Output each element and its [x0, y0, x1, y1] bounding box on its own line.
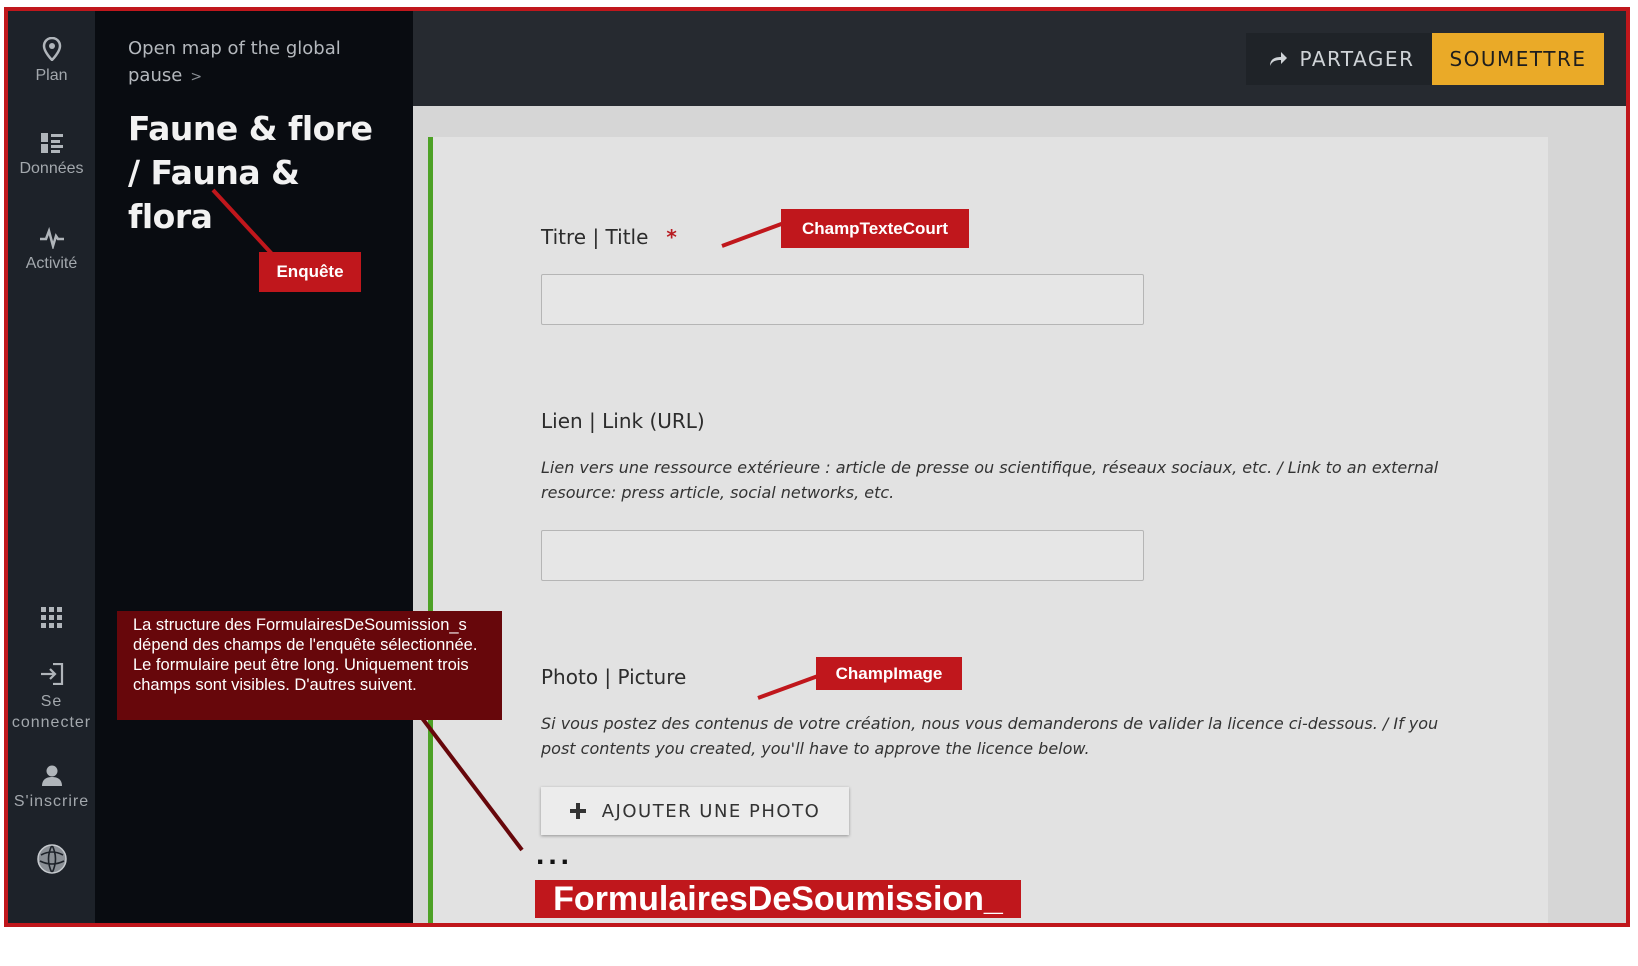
- rail-item-label: Données: [19, 160, 84, 177]
- annotation-note: La structure des FormulairesDeSoumission…: [117, 611, 502, 720]
- link-input[interactable]: [541, 530, 1144, 581]
- rail-item-label: S'inscrire: [13, 793, 90, 810]
- submission-form-card: Titre | Title * Lien | Link (URL) Lien ve…: [428, 137, 1548, 923]
- breadcrumb[interactable]: Open map of the global pause >: [128, 35, 358, 91]
- share-label: PARTAGER: [1299, 47, 1415, 71]
- submit-button[interactable]: SOUMETTRE: [1432, 33, 1604, 85]
- share-button[interactable]: PARTAGER: [1246, 33, 1436, 85]
- login-icon: [40, 663, 63, 685]
- form-area: Titre | Title * Lien | Link (URL) Lien ve…: [413, 106, 1626, 923]
- annotation-formulaires: FormulairesDeSoumission_: [535, 880, 1021, 918]
- add-photo-button[interactable]: AJOUTER UNE PHOTO: [541, 787, 849, 835]
- rail-item-label: Activité: [25, 255, 78, 272]
- activity-pulse-icon: [39, 227, 64, 249]
- globe-logo-icon: [36, 844, 67, 874]
- screenshot-frame: Plan Données Activité Se connecter S'ins…: [4, 7, 1630, 927]
- add-photo-label: AJOUTER UNE PHOTO: [601, 800, 821, 822]
- rail-item-logo[interactable]: [8, 843, 95, 881]
- left-rail: Plan Données Activité Se connecter S'ins…: [8, 11, 95, 923]
- rail-item-activite[interactable]: Activité: [8, 227, 95, 273]
- annotation-champ-texte-court: ChampTexteCourt: [781, 209, 969, 248]
- rail-item-donnees[interactable]: Données: [8, 132, 95, 178]
- title-field-label: Titre | Title *: [541, 225, 677, 249]
- rail-item-plan[interactable]: Plan: [8, 37, 95, 85]
- survey-title: Faune & flore / Fauna & flora: [128, 109, 373, 236]
- submit-label: SOUMETTRE: [1449, 47, 1587, 71]
- annotation-champ-image: ChampImage: [816, 657, 962, 690]
- share-arrow-icon: [1269, 52, 1287, 66]
- plus-icon: [569, 803, 586, 819]
- map-pin-icon: [42, 37, 61, 61]
- required-marker: *: [666, 225, 677, 249]
- rail-item-signup[interactable]: S'inscrire: [8, 765, 95, 811]
- apps-grid-icon: [40, 607, 62, 628]
- survey-panel: Open map of the global pause > Faune & fl…: [95, 11, 413, 923]
- photo-field-help: Si vous postez des contenus de votre cré…: [541, 714, 1439, 758]
- top-bar: PARTAGER SOUMETTRE: [413, 11, 1626, 106]
- link-field-help: Lien vers une ressource extérieure : art…: [541, 458, 1439, 502]
- breadcrumb-separator: >: [190, 69, 203, 85]
- data-list-icon: [40, 133, 63, 153]
- photo-field-label: Photo | Picture: [541, 665, 687, 689]
- link-field-label: Lien | Link (URL): [541, 409, 705, 433]
- rail-item-login[interactable]: Se connecter: [8, 663, 95, 733]
- rail-item-label: Plan: [35, 67, 68, 84]
- more-fields-ellipsis: ...: [536, 838, 574, 871]
- rail-item-label: Se connecter: [11, 693, 92, 731]
- title-input[interactable]: [541, 274, 1144, 325]
- breadcrumb-link[interactable]: Open map of the global pause: [128, 38, 341, 86]
- annotation-enquete: Enquête: [259, 252, 361, 292]
- rail-item-apps[interactable]: [8, 607, 95, 635]
- user-icon: [41, 765, 62, 786]
